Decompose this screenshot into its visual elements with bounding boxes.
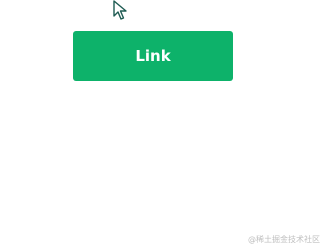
link-button-label: Link <box>135 47 171 65</box>
watermark-text: @稀土掘金技术社区 <box>248 235 320 244</box>
link-button[interactable]: Link <box>73 31 233 81</box>
mouse-cursor-icon <box>113 0 129 22</box>
